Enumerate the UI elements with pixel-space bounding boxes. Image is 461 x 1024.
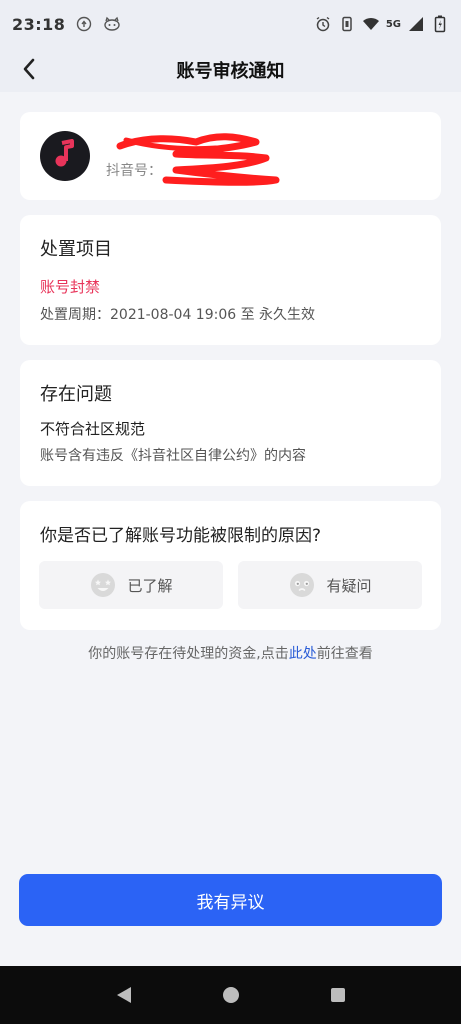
recents-square-icon[interactable]: [320, 977, 356, 1013]
action-section-title: 处置项目: [40, 239, 112, 260]
cat-face-icon: [103, 15, 121, 33]
status-time: 23:18: [12, 14, 66, 34]
question-title: 你是否已了解账号功能被限制的原因?: [40, 526, 322, 546]
alarm-icon: [314, 15, 332, 33]
upload-circle-icon: [75, 15, 93, 33]
android-nav-bar: [0, 966, 461, 1024]
signal-icon: [407, 15, 425, 33]
back-triangle-icon[interactable]: [106, 977, 142, 1013]
fund-notice-prefix: 你的账号存在待处理的资金,点击: [88, 646, 289, 662]
have-doubt-label: 有疑问: [326, 576, 372, 595]
network-type: 5G: [385, 18, 401, 30]
fund-notice: 你的账号存在待处理的资金,点击此处前往查看: [0, 643, 461, 663]
vibrate-icon: [338, 15, 356, 33]
nav-bar: 账号审核通知: [0, 48, 461, 92]
appeal-button[interactable]: 我有异议: [19, 874, 442, 926]
fund-notice-link[interactable]: 此处: [289, 646, 317, 662]
page-title: 账号审核通知: [176, 61, 285, 82]
smile-star-eyes-icon: [89, 571, 117, 599]
chevron-left-icon: [21, 57, 37, 85]
question-card: 你是否已了解账号功能被限制的原因? 已了解 有疑问: [20, 501, 441, 630]
music-note-icon: [52, 139, 78, 173]
avatar: [40, 131, 90, 181]
back-button[interactable]: [14, 56, 44, 86]
understood-button[interactable]: 已了解: [39, 561, 223, 609]
profile-card: 抖音号：: [20, 112, 441, 200]
action-period: 处置周期：2021-08-04 19:06 至 永久生效: [40, 307, 316, 323]
battery-icon: [431, 15, 449, 33]
action-card: 处置项目 账号封禁 处置周期：2021-08-04 19:06 至 永久生效: [20, 215, 441, 345]
action-type: 账号封禁: [40, 278, 101, 296]
wifi-icon: [362, 15, 380, 33]
confused-face-icon: [288, 571, 316, 599]
redaction-scribble: [116, 128, 286, 188]
issue-card: 存在问题 不符合社区规范 账号含有违反《抖音社区自律公约》的内容: [20, 360, 441, 486]
home-circle-icon[interactable]: [213, 977, 249, 1013]
issue-section-title: 存在问题: [40, 384, 112, 405]
issue-name: 不符合社区规范: [40, 420, 146, 438]
issue-description: 账号含有违反《抖音社区自律公约》的内容: [40, 448, 306, 464]
have-doubt-button[interactable]: 有疑问: [238, 561, 422, 609]
fund-notice-suffix: 前往查看: [316, 646, 373, 662]
status-bar: 23:18 5G: [0, 0, 461, 48]
understood-label: 已了解: [127, 576, 173, 595]
